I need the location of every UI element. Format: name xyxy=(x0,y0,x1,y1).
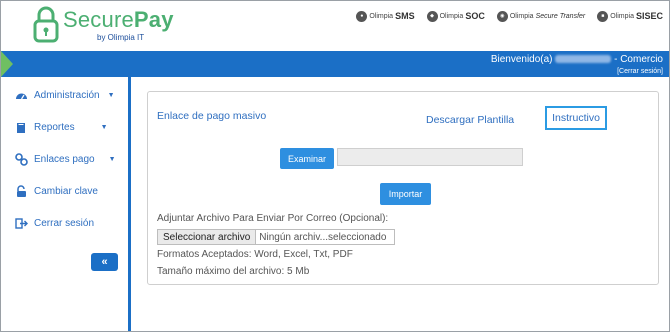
transfer-icon: ◉ xyxy=(496,10,508,22)
sidebar-item-label: Cerrar sesión xyxy=(34,218,95,229)
no-file-selected-text: Ningún archiv...seleccionado xyxy=(259,231,387,243)
sign-out-icon xyxy=(15,217,28,230)
collapse-sidebar-button[interactable]: « xyxy=(91,253,118,271)
soc-logo: ◆ Olimpia SOC xyxy=(426,10,485,22)
sidebar-item-cerrar-sesion[interactable]: Cerrar sesión xyxy=(15,217,94,230)
instructivo-link[interactable]: Instructivo xyxy=(545,106,607,130)
import-button[interactable]: Importar xyxy=(380,183,431,205)
link-icon xyxy=(15,153,28,166)
redacted-username xyxy=(555,55,612,64)
sidebar-item-cambiar-clave[interactable]: Cambiar clave xyxy=(15,185,98,198)
sidebar-item-administracion[interactable]: Administración ▼ xyxy=(15,89,115,102)
choose-file-button[interactable]: Seleccionar archivo xyxy=(158,230,257,244)
sidebar-item-label: Administración xyxy=(34,90,100,101)
accepted-formats-text: Formatos Aceptados: Word, Excel, Txt, PD… xyxy=(157,249,353,260)
attachment-file-input[interactable]: Seleccionar archivo Ningún archiv...sele… xyxy=(157,229,395,245)
securepay-logo: SecurePay by Olimpia IT xyxy=(33,5,183,47)
double-chevron-left-icon: « xyxy=(101,256,108,268)
sms-icon: ● xyxy=(356,10,368,22)
brand-name: SecurePay xyxy=(63,7,174,32)
sisec-logo: ■ Olimpia SISEC xyxy=(597,10,663,22)
caret-down-icon: ▼ xyxy=(108,156,116,163)
sisec-icon: ■ xyxy=(597,10,609,22)
welcome-area: Bienvenido(a) - Comercio [Cerrar sesión] xyxy=(491,54,663,78)
brand-byline: by Olimpia IT xyxy=(97,33,145,42)
attach-file-label: Adjuntar Archivo Para Enviar Por Correo … xyxy=(157,213,389,224)
green-triangle-accent xyxy=(1,51,13,77)
dashboard-icon xyxy=(15,89,28,102)
sidebar-item-label: Enlaces pago xyxy=(34,154,95,165)
logout-link[interactable]: [Cerrar sesión] xyxy=(491,66,663,78)
top-bar: Bienvenido(a) - Comercio [Cerrar sesión] xyxy=(1,51,669,77)
examinar-button[interactable]: Examinar xyxy=(280,148,334,169)
sidebar-item-label: Cambiar clave xyxy=(34,186,98,197)
sidebar-item-reportes[interactable]: Reportes ▼ xyxy=(15,121,108,134)
partner-logos: ● Olimpia SMS ◆ Olimpia SOC ◉ Olimpia Secur… xyxy=(356,9,663,23)
selected-file-field[interactable] xyxy=(337,148,523,166)
secure-transfer-logo: ◉ Olimpia Secure Transfer xyxy=(496,10,585,22)
download-template-link[interactable]: Descargar Plantilla xyxy=(426,114,514,126)
role-text: - Comercio xyxy=(614,54,663,65)
lock-logo-icon xyxy=(33,6,59,43)
sms-logo: ● Olimpia SMS xyxy=(356,10,415,22)
shield-icon: ◆ xyxy=(426,10,438,22)
sidebar: Administración ▼ Reportes ▼ Enlaces pago ▼ … xyxy=(1,77,131,331)
book-icon xyxy=(15,121,28,134)
caret-down-icon: ▼ xyxy=(100,124,108,131)
welcome-text: Bienvenido(a) xyxy=(490,54,553,65)
max-file-size-text: Tamaño máximo del archivo: 5 Mb xyxy=(157,266,310,277)
header: SecurePay by Olimpia IT ● Olimpia SMS ◆ Ol… xyxy=(1,1,669,51)
sidebar-item-enlaces-pago[interactable]: Enlaces pago ▼ xyxy=(15,153,116,166)
caret-down-icon: ▼ xyxy=(107,92,115,99)
unlock-icon xyxy=(15,185,28,198)
sidebar-item-label: Reportes xyxy=(34,122,75,133)
page-title: Enlace de pago masivo xyxy=(157,110,267,122)
bulk-payment-link-panel: Enlace de pago masivo Descargar Plantill… xyxy=(147,91,659,285)
